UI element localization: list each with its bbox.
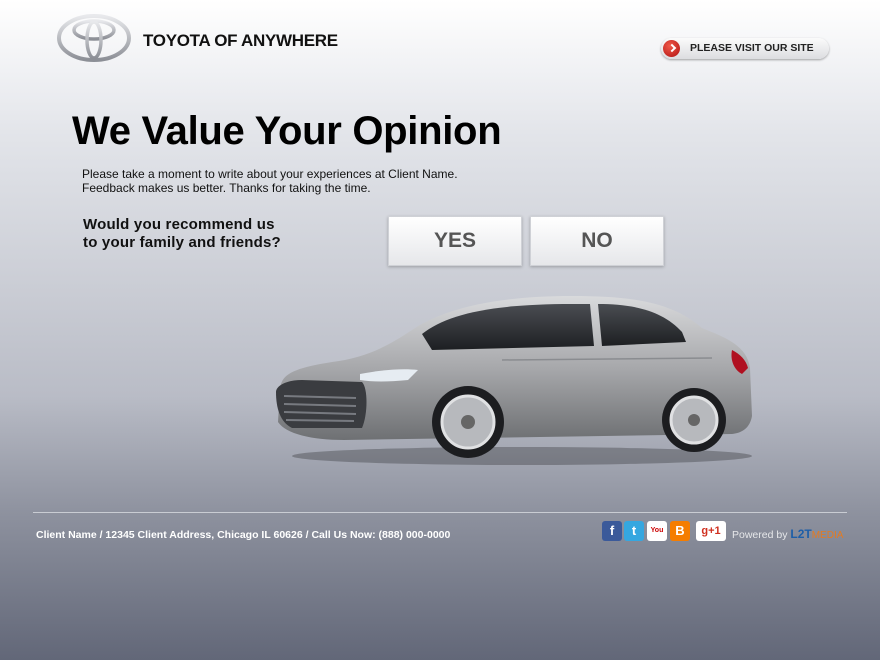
visit-site-button[interactable]: PLEASE VISIT OUR SITE	[661, 38, 829, 59]
car-image	[276, 296, 752, 465]
dealer-name: TOYOTA OF ANYWHERE	[143, 31, 338, 50]
no-button[interactable]: NO	[530, 216, 664, 266]
google-plus-icon[interactable]: g+1	[696, 521, 726, 541]
recommend-question: Would you recommend us to your family an…	[83, 216, 281, 252]
toyota-logo	[57, 14, 131, 62]
intro-text: Please take a moment to write about your…	[82, 167, 458, 195]
footer-divider	[33, 512, 847, 513]
arrow-right-icon	[663, 40, 680, 57]
twitter-icon[interactable]: t	[624, 521, 644, 541]
intro-line-2: Feedback makes us better. Thanks for tak…	[82, 181, 371, 195]
l2t-logo-text[interactable]: L2T	[790, 527, 811, 541]
page-title: We Value Your Opinion	[72, 109, 502, 153]
question-line-2: to your family and friends?	[83, 234, 281, 251]
yes-button[interactable]: YES	[388, 216, 522, 266]
powered-by-label: Powered by	[732, 529, 788, 541]
youtube-icon[interactable]: You	[647, 521, 667, 541]
powered-by: Powered by L2TMEDIA	[732, 527, 843, 541]
media-logo-text[interactable]: MEDIA	[812, 530, 844, 541]
footer-address: Client Name / 12345 Client Address, Chic…	[36, 529, 451, 541]
visit-site-label: PLEASE VISIT OUR SITE	[690, 42, 814, 54]
question-line-1: Would you recommend us	[83, 216, 275, 233]
facebook-icon[interactable]: f	[602, 521, 622, 541]
blogger-icon[interactable]: B	[670, 521, 690, 541]
intro-line-1: Please take a moment to write about your…	[82, 167, 458, 181]
